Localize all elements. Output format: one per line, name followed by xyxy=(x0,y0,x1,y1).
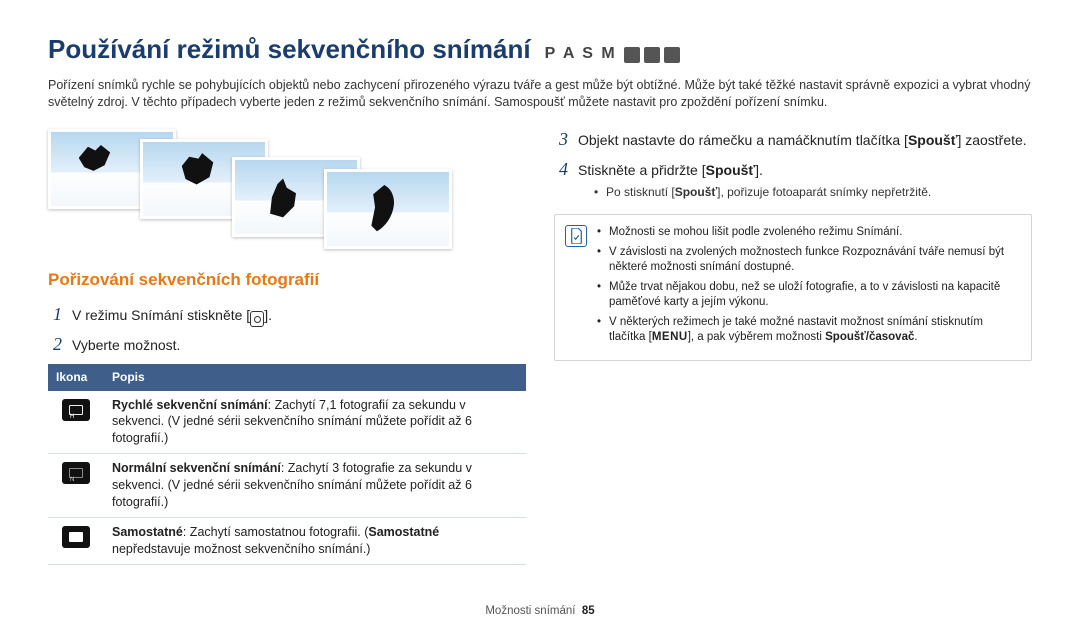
note-box: Možnosti se mohou lišit podle zvoleného … xyxy=(554,214,1032,361)
note-item: Může trvat nějakou dobu, než se uloží fo… xyxy=(597,280,1019,311)
table-cell-desc: Normální sekvenční snímání: Zachytí 3 fo… xyxy=(104,454,526,518)
table-row: N Normální sekvenční snímání: Zachytí 3 … xyxy=(48,454,526,518)
note-item: Možnosti se mohou lišit podle zvoleného … xyxy=(597,225,1019,241)
step-3: 3 Objekt nastavte do rámečku a namáčknut… xyxy=(554,127,1032,151)
step-text: Vyberte možnost. xyxy=(72,336,526,355)
footer-section-label: Možnosti snímání xyxy=(485,605,575,617)
drive-mode-icon xyxy=(250,311,264,327)
table-header-icon: Ikona xyxy=(48,364,104,390)
menu-key-label: MENU xyxy=(652,330,688,346)
note-item: V některých režimech je také možné nasta… xyxy=(597,315,1019,346)
page-number: 85 xyxy=(582,605,595,617)
single-shot-icon xyxy=(62,526,90,548)
step-2: 2 Vyberte možnost. xyxy=(48,332,526,356)
intro-paragraph: Pořízení snímků rychle se pohybujících o… xyxy=(48,77,1032,111)
continuous-high-icon: H xyxy=(62,399,90,421)
table-cell-desc: Rychlé sekvenční snímání: Zachytí 7,1 fo… xyxy=(104,391,526,454)
table-row: Samostatné: Zachytí samostatnou fotograf… xyxy=(48,517,526,564)
continuous-normal-icon: N xyxy=(62,462,90,484)
step-text: ]. xyxy=(264,307,272,323)
mode-indicator: P A S M xyxy=(545,43,681,65)
table-row: H Rychlé sekvenční snímání: Zachytí 7,1 … xyxy=(48,391,526,454)
step-text: ]. xyxy=(755,162,763,178)
mode-icon xyxy=(644,47,660,63)
mode-letters: P A S M xyxy=(545,45,617,62)
table-cell-desc: Samostatné: Zachytí samostatnou fotograf… xyxy=(104,517,526,564)
step-4: 4 Stiskněte a přidržte [Spoušť]. Po stis… xyxy=(554,157,1032,200)
step-number: 2 xyxy=(48,332,62,356)
step-1: 1 V režimu Snímání stiskněte []. xyxy=(48,302,526,326)
shutter-key-label: Spoušť xyxy=(706,162,756,178)
note-icon xyxy=(565,225,587,247)
table-header-desc: Popis xyxy=(104,364,526,390)
step-text: ] zaostřete. xyxy=(957,132,1026,148)
step-text: V režimu Snímání stiskněte [ xyxy=(72,307,250,323)
note-item: V závislosti na zvolených možnostech fun… xyxy=(597,245,1019,276)
step-number: 3 xyxy=(554,127,568,151)
page-footer: Možnosti snímání 85 xyxy=(0,604,1080,620)
note-list: Možnosti se mohou lišit podle zvoleného … xyxy=(597,225,1019,350)
step-text: Stiskněte a přidržte [ xyxy=(578,162,706,178)
page-title: Používání režimů sekvenčního snímání xyxy=(48,32,531,67)
modes-table: Ikona Popis H Rychlé sekvenční snímání: … xyxy=(48,364,526,564)
step-text: Objekt nastavte do rámečku a namáčknutím… xyxy=(578,132,908,148)
step-sub-bullet: Po stisknutí [Spoušť], pořizuje fotoapar… xyxy=(578,184,1032,200)
mode-icon xyxy=(624,47,640,63)
step-number: 1 xyxy=(48,302,62,326)
shutter-key-label: Spoušť xyxy=(908,132,958,148)
step-number: 4 xyxy=(554,157,568,181)
section-heading: Pořizování sekvenčních fotografií xyxy=(48,269,526,292)
mode-icon xyxy=(664,47,680,63)
burst-frame xyxy=(324,169,452,249)
burst-illustration xyxy=(48,129,526,249)
mode-icons-group xyxy=(624,47,680,63)
